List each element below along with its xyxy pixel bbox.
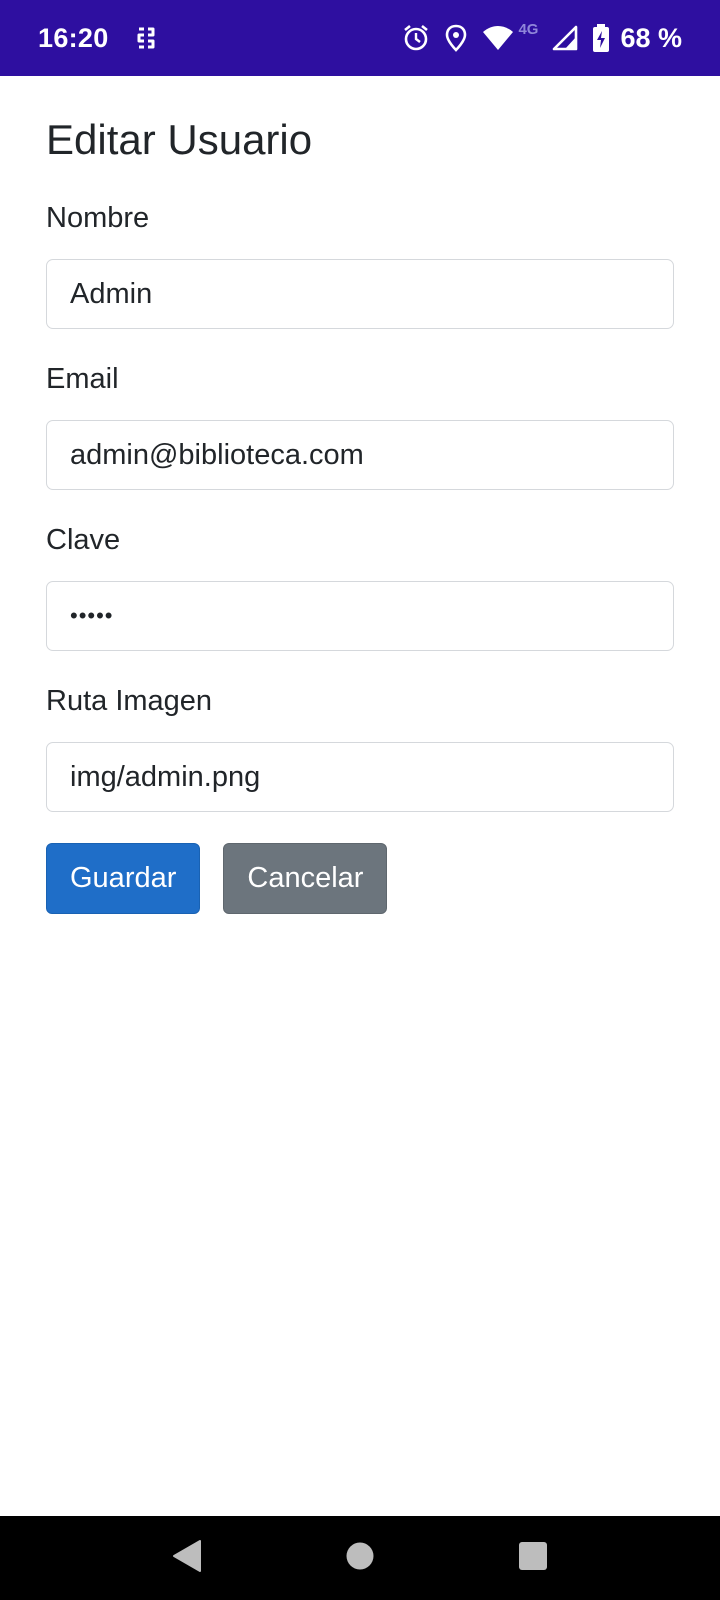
battery-charging-icon (592, 23, 610, 53)
email-input[interactable]: admin@biblioteca.com (46, 420, 674, 490)
ruta-imagen-input[interactable]: img/admin.png (46, 742, 674, 812)
battery-percent: 68 % (620, 22, 682, 53)
edit-user-form: Editar Usuario Nombre Admin Email admin@… (46, 76, 674, 914)
cancel-button[interactable]: Cancelar (223, 843, 388, 914)
email-label: Email (46, 363, 119, 395)
back-icon[interactable] (172, 1539, 202, 1578)
status-bar: 16:20 4G 68 % (0, 0, 720, 76)
signal-icon (552, 25, 578, 51)
keyguard-s-icon (135, 24, 159, 52)
field-clave: Clave ••••• (46, 520, 674, 651)
field-email: Email admin@biblioteca.com (46, 359, 674, 490)
ruta-imagen-label: Ruta Imagen (46, 685, 213, 717)
wifi-icon (482, 25, 514, 51)
password-input[interactable]: ••••• (46, 581, 674, 651)
system-nav-bar (0, 1516, 720, 1600)
form-actions: Guardar Cancelar (46, 843, 674, 914)
page-title: Editar Usuario (46, 116, 313, 163)
status-time: 16:20 (38, 22, 109, 53)
clave-label: Clave (46, 524, 121, 556)
alarm-icon (402, 24, 430, 52)
field-nombre: Nombre Admin (46, 198, 674, 329)
save-button[interactable]: Guardar (46, 843, 201, 914)
network-type: 4G (518, 20, 539, 38)
field-ruta-imagen: Ruta Imagen img/admin.png (46, 681, 674, 812)
home-icon[interactable] (345, 1541, 375, 1576)
location-icon (444, 24, 468, 52)
recents-icon[interactable] (518, 1541, 548, 1576)
status-icons: 4G 68 % (402, 20, 682, 54)
nombre-label: Nombre (46, 202, 150, 234)
nombre-input[interactable]: Admin (46, 259, 674, 329)
